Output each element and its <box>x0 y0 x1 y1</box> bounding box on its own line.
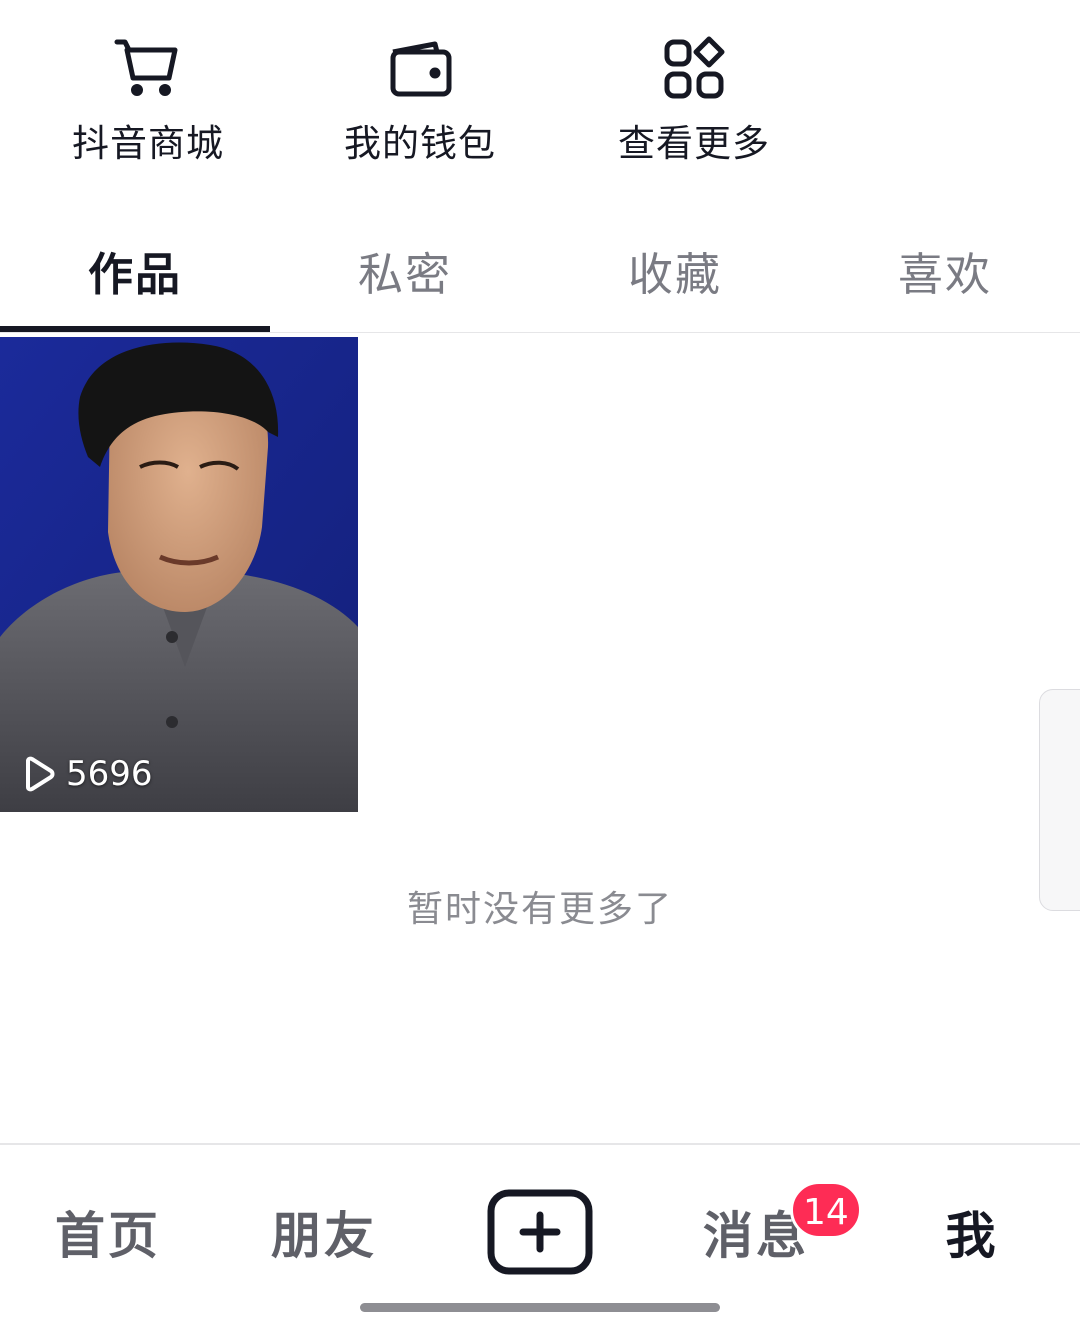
profile-tabs: 作品 私密 收藏 喜欢 <box>0 232 1080 333</box>
tab-favorites[interactable]: 收藏 <box>540 232 810 332</box>
profile-page: 抖音商城 我的钱包 查看更多 作品 私密 收藏 喜欢 5696 暂时没有更多了 … <box>0 0 1080 1317</box>
shortcut-label: 查看更多 <box>618 122 770 165</box>
create-button[interactable] <box>487 1189 593 1275</box>
nav-me[interactable]: 我 <box>864 1203 1080 1269</box>
grid-more-icon <box>659 34 729 104</box>
nav-home[interactable]: 首页 <box>0 1203 216 1269</box>
tab-private[interactable]: 私密 <box>270 232 540 332</box>
no-more-content-text: 暂时没有更多了 <box>406 889 673 930</box>
play-outline-icon <box>26 756 55 792</box>
plus-square-icon <box>487 1189 593 1275</box>
tab-works[interactable]: 作品 <box>0 232 270 332</box>
shortcut-douyin-mall[interactable]: 抖音商城 <box>48 30 248 166</box>
shortcut-label: 抖音商城 <box>72 122 224 165</box>
tab-likes[interactable]: 喜欢 <box>810 232 1080 332</box>
messages-badge: 14 <box>790 1181 862 1239</box>
play-count: 5696 <box>20 754 153 794</box>
active-tab-indicator <box>0 326 270 332</box>
side-panel-handle[interactable] <box>1039 689 1080 911</box>
video-thumbnail[interactable]: 5696 <box>0 337 358 812</box>
shortcut-my-wallet[interactable]: 我的钱包 <box>320 30 520 166</box>
video-thumbnail-image <box>0 337 358 812</box>
home-indicator[interactable] <box>360 1303 720 1312</box>
nav-friends[interactable]: 朋友 <box>216 1203 432 1269</box>
shortcut-row: 抖音商城 我的钱包 查看更多 <box>0 30 1080 180</box>
shortcut-label: 我的钱包 <box>344 122 496 165</box>
shortcut-view-more[interactable]: 查看更多 <box>594 30 794 166</box>
wallet-icon <box>385 34 455 104</box>
bottom-navigation: 首页 朋友 消息 14 我 <box>0 1143 1080 1317</box>
play-count-value: 5696 <box>66 754 153 794</box>
shopping-cart-icon <box>113 34 183 104</box>
